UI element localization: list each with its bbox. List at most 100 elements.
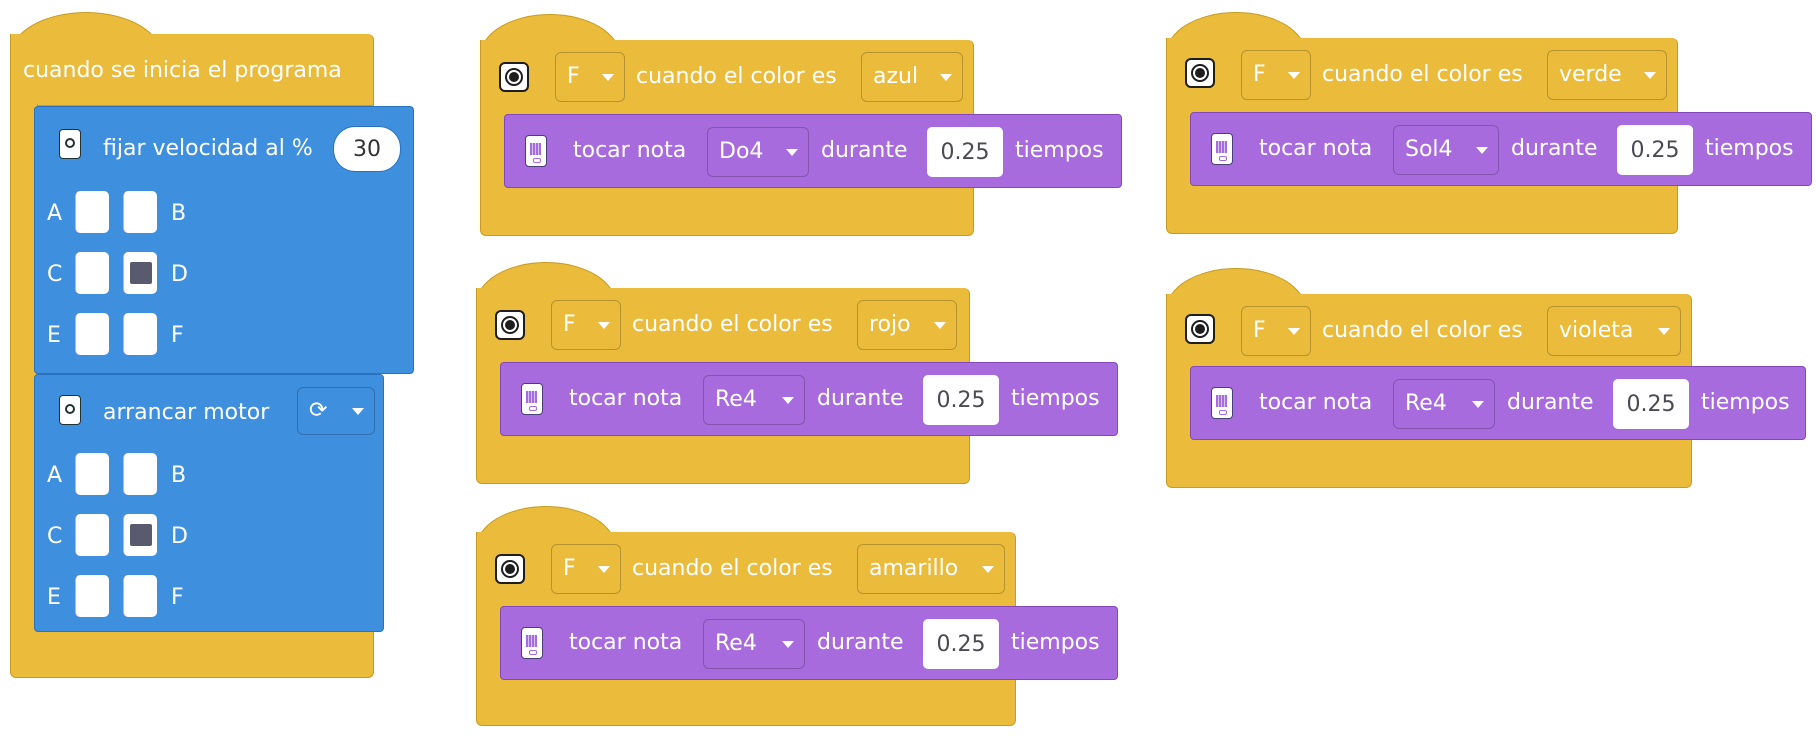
direction-dropdown[interactable]: ⟳ xyxy=(297,387,375,435)
port-d-toggle[interactable] xyxy=(123,252,157,294)
color-event-label: cuando el color es xyxy=(632,556,833,581)
motor-icon xyxy=(59,129,81,159)
beats-input[interactable]: 0.25 xyxy=(1617,125,1693,175)
port-label-b: B xyxy=(171,201,187,226)
port-label-c: C xyxy=(47,524,63,549)
color-event-label: cuando el color es xyxy=(1322,62,1523,87)
port-dropdown[interactable]: F xyxy=(551,300,621,350)
dropdown-caret-icon xyxy=(598,322,610,329)
port-e-toggle[interactable] xyxy=(75,575,109,617)
play-note-block[interactable]: tocar nota Re4 durante 0.25 tiempos xyxy=(1190,366,1806,440)
beats-unit-label: tiempos xyxy=(1011,630,1100,655)
port-c-toggle[interactable] xyxy=(75,514,109,556)
note-dropdown[interactable]: Sol4 xyxy=(1393,125,1499,175)
note-dropdown[interactable]: Re4 xyxy=(703,375,805,425)
color-sensor-icon xyxy=(495,310,525,340)
speed-input[interactable]: 30 xyxy=(333,126,401,172)
set-speed-label: fijar velocidad al % xyxy=(103,136,313,161)
color-event-label: cuando el color es xyxy=(632,312,833,337)
color-sensor-icon xyxy=(495,554,525,584)
duration-label: durante xyxy=(817,386,904,411)
set-speed-block[interactable]: fijar velocidad al % 30 A B C D E F xyxy=(34,106,414,374)
dropdown-caret-icon xyxy=(982,566,994,573)
port-f-toggle[interactable] xyxy=(123,575,157,617)
color-dropdown[interactable]: amarillo xyxy=(857,544,1005,594)
port-a-toggle[interactable] xyxy=(75,191,109,233)
dropdown-caret-icon xyxy=(602,74,614,81)
dropdown-caret-icon xyxy=(352,408,364,415)
start-motor-block[interactable]: arrancar motor ⟳ A B C D E F xyxy=(34,374,384,632)
port-f-toggle[interactable] xyxy=(123,313,157,355)
play-note-block[interactable]: tocar nota Sol4 durante 0.25 tiempos xyxy=(1190,112,1812,186)
play-note-label: tocar nota xyxy=(1259,136,1373,161)
dropdown-caret-icon xyxy=(1644,72,1656,79)
dropdown-caret-icon xyxy=(782,397,794,404)
dropdown-caret-icon xyxy=(1288,328,1300,335)
port-label-e: E xyxy=(47,323,61,348)
duration-label: durante xyxy=(1511,136,1598,161)
dropdown-caret-icon xyxy=(1472,401,1484,408)
hub-speaker-icon xyxy=(525,135,547,167)
port-b-toggle[interactable] xyxy=(123,453,157,495)
color-dropdown[interactable]: verde xyxy=(1547,50,1667,100)
beats-unit-label: tiempos xyxy=(1701,390,1790,415)
dropdown-caret-icon xyxy=(1288,72,1300,79)
rotate-clockwise-icon: ⟳ xyxy=(309,398,328,423)
dropdown-caret-icon xyxy=(940,74,952,81)
hub-speaker-icon xyxy=(1211,133,1233,165)
port-label-e: E xyxy=(47,585,61,610)
play-note-block[interactable]: tocar nota Re4 durante 0.25 tiempos xyxy=(500,362,1118,436)
play-note-block[interactable]: tocar nota Re4 durante 0.25 tiempos xyxy=(500,606,1118,680)
color-sensor-icon xyxy=(499,62,529,92)
play-note-label: tocar nota xyxy=(569,630,683,655)
program-start-hat[interactable]: cuando se inicia el programa xyxy=(10,34,374,106)
port-label-c: C xyxy=(47,262,63,287)
play-note-label: tocar nota xyxy=(573,138,687,163)
port-dropdown[interactable]: F xyxy=(551,544,621,594)
play-note-label: tocar nota xyxy=(1259,390,1373,415)
beats-unit-label: tiempos xyxy=(1015,138,1104,163)
dropdown-caret-icon xyxy=(786,149,798,156)
beats-input[interactable]: 0.25 xyxy=(927,127,1003,177)
port-dropdown[interactable]: F xyxy=(1241,50,1311,100)
note-dropdown[interactable]: Re4 xyxy=(703,619,805,669)
color-sensor-icon xyxy=(1185,314,1215,344)
port-label-f: F xyxy=(171,323,184,348)
dropdown-caret-icon xyxy=(1476,147,1488,154)
program-start-label: cuando se inicia el programa xyxy=(23,58,342,83)
beats-unit-label: tiempos xyxy=(1011,386,1100,411)
port-e-toggle[interactable] xyxy=(75,313,109,355)
duration-label: durante xyxy=(817,630,904,655)
play-note-block[interactable]: tocar nota Do4 durante 0.25 tiempos xyxy=(504,114,1122,188)
port-label-a: A xyxy=(47,463,63,488)
color-dropdown[interactable]: azul xyxy=(861,52,963,102)
color-dropdown[interactable]: violeta xyxy=(1547,306,1681,356)
dropdown-caret-icon xyxy=(782,641,794,648)
color-dropdown[interactable]: rojo xyxy=(857,300,957,350)
port-label-b: B xyxy=(171,463,187,488)
port-c-toggle[interactable] xyxy=(75,252,109,294)
port-label-a: A xyxy=(47,201,63,226)
beats-unit-label: tiempos xyxy=(1705,136,1794,161)
port-d-toggle[interactable] xyxy=(123,514,157,556)
dropdown-caret-icon xyxy=(1658,328,1670,335)
hub-speaker-icon xyxy=(521,383,543,415)
play-note-label: tocar nota xyxy=(569,386,683,411)
motor-icon xyxy=(59,395,81,425)
port-dropdown[interactable]: F xyxy=(555,52,625,102)
start-motor-label: arrancar motor xyxy=(103,400,270,425)
main-stack-foot xyxy=(10,628,374,678)
port-label-d: D xyxy=(171,262,188,287)
port-a-toggle[interactable] xyxy=(75,453,109,495)
color-sensor-icon xyxy=(1185,58,1215,88)
beats-input[interactable]: 0.25 xyxy=(1613,379,1689,429)
hub-speaker-icon xyxy=(1211,387,1233,419)
port-b-toggle[interactable] xyxy=(123,191,157,233)
beats-input[interactable]: 0.25 xyxy=(923,375,999,425)
note-dropdown[interactable]: Do4 xyxy=(707,127,809,177)
port-dropdown[interactable]: F xyxy=(1241,306,1311,356)
beats-input[interactable]: 0.25 xyxy=(923,619,999,669)
port-label-f: F xyxy=(171,585,184,610)
hub-speaker-icon xyxy=(521,627,543,659)
note-dropdown[interactable]: Re4 xyxy=(1393,379,1495,429)
